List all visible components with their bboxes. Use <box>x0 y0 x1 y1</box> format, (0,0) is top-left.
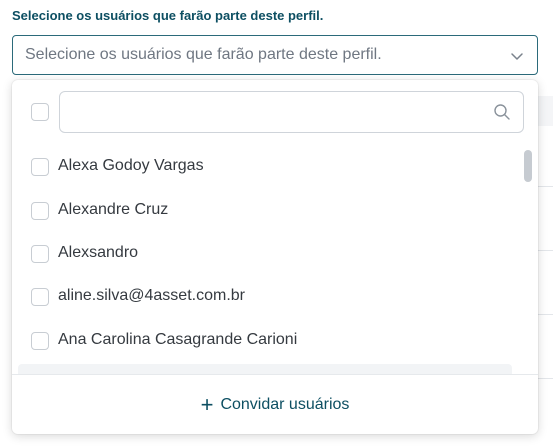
list-item-user[interactable]: Alexandre Cruz <box>12 190 512 232</box>
users-dropdown-panel: Alexa Godoy Vargas Alexandre Cruz Alexsa… <box>12 80 538 434</box>
chevron-down-icon[interactable] <box>509 48 525 64</box>
users-multiselect-placeholder: Selecione os usuários que farão parte de… <box>25 46 382 63</box>
user-name: Alexsandro <box>58 244 139 261</box>
users-multiselect[interactable]: Selecione os usuários que farão parte de… <box>12 35 538 75</box>
user-list: Alexa Godoy Vargas Alexandre Cruz Alexsa… <box>12 146 538 374</box>
users-field-label: Selecione os usuários que farão parte de… <box>12 8 324 23</box>
list-scrollbar-thumb[interactable] <box>524 150 532 182</box>
user-checkbox[interactable] <box>31 288 49 306</box>
select-all-checkbox[interactable] <box>31 103 49 121</box>
user-checkbox[interactable] <box>31 158 49 176</box>
list-item-user[interactable]: aline.silva@4asset.com.br <box>12 276 512 318</box>
user-checkbox[interactable] <box>31 332 49 350</box>
list-item-user-partial[interactable] <box>18 364 512 374</box>
search-icon[interactable] <box>493 103 511 121</box>
invite-users-button[interactable]: + Convidar usuários <box>12 375 538 434</box>
user-name: aline.silva@4asset.com.br <box>58 287 245 304</box>
user-checkbox[interactable] <box>31 202 49 220</box>
user-search-input[interactable] <box>59 91 524 133</box>
invite-users-label: Convidar usuários <box>220 395 350 413</box>
list-item-user[interactable]: Alexsandro <box>12 233 512 275</box>
user-name: Alexandre Cruz <box>58 201 169 218</box>
user-checkbox[interactable] <box>31 245 49 263</box>
list-item-user[interactable]: Ana Carolina Casagrande Carioni <box>12 320 512 362</box>
plus-icon: + <box>200 391 214 417</box>
list-item-user[interactable]: Alexa Godoy Vargas <box>12 146 512 188</box>
user-name: Ana Carolina Casagrande Carioni <box>58 331 298 348</box>
user-name: Alexa Godoy Vargas <box>58 157 204 174</box>
